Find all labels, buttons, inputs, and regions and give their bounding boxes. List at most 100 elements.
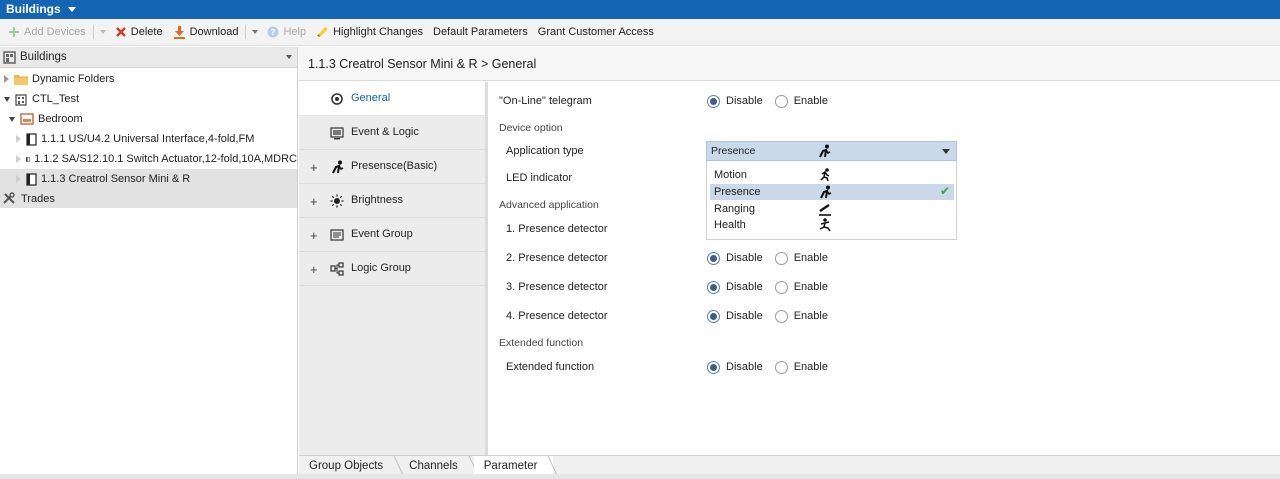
device-icon bbox=[26, 172, 37, 186]
chevron-down-icon bbox=[67, 6, 76, 12]
presence-detector-4-label: 4. Presence detector bbox=[506, 310, 608, 322]
presence-detector-4-enable-radio[interactable] bbox=[774, 309, 788, 323]
download-dropdown-icon[interactable] bbox=[252, 30, 259, 34]
expand-arrow-icon[interactable] bbox=[16, 135, 21, 143]
presence-detector-2-disable-radio[interactable] bbox=[707, 251, 720, 265]
expand-arrow-icon[interactable] bbox=[16, 175, 21, 183]
dropdown-option-motion[interactable]: Motion bbox=[710, 167, 954, 183]
delete-icon bbox=[115, 27, 126, 37]
nav-item-presence-basic[interactable]: + Presensce(Basic) bbox=[299, 150, 485, 184]
presence-detector-4-disable-radio[interactable] bbox=[707, 309, 720, 323]
room-icon bbox=[20, 113, 34, 125]
sun-icon bbox=[330, 194, 344, 208]
tab-channels[interactable]: Channels bbox=[399, 456, 474, 475]
nav-item-brightness[interactable]: + Brightness bbox=[299, 184, 485, 218]
add-devices-button[interactable]: Add Devices bbox=[3, 19, 91, 46]
expand-arrow-icon[interactable] bbox=[16, 155, 21, 163]
collapse-arrow-icon[interactable] bbox=[9, 116, 15, 122]
application-type-select[interactable]: Presence bbox=[706, 141, 957, 161]
tree-item-device-1-1-3[interactable]: 1.1.3 Creatrol Sensor Mini & R bbox=[0, 169, 297, 189]
bottom-tab-bar: Group Objects Channels Parameter bbox=[299, 455, 1280, 475]
expand-plus-icon[interactable]: + bbox=[310, 160, 318, 175]
download-button[interactable]: Download bbox=[168, 19, 244, 46]
expand-plus-icon[interactable]: + bbox=[310, 194, 318, 209]
disable-label: Disable bbox=[726, 310, 763, 322]
panel-header-dropdown-icon[interactable] bbox=[286, 55, 292, 59]
grant-customer-access-button[interactable]: Grant Customer Access bbox=[533, 19, 659, 46]
presence-detector-3-enable-radio[interactable] bbox=[774, 280, 788, 294]
collapse-arrow-icon[interactable] bbox=[4, 96, 10, 102]
presence-detector-3-label: 3. Presence detector bbox=[506, 281, 608, 293]
grant-customer-access-label: Grant Customer Access bbox=[537, 26, 654, 38]
tab-group-objects[interactable]: Group Objects bbox=[299, 456, 399, 475]
enable-label: Enable bbox=[793, 252, 828, 264]
disable-label: Disable bbox=[726, 361, 763, 373]
logic-icon bbox=[330, 262, 344, 276]
tree-item-device-1-1-1[interactable]: 1.1.1 US/U4.2 Universal Interface,4-fold… bbox=[0, 129, 297, 149]
dropdown-option-presence[interactable]: Presence ✔ bbox=[710, 184, 954, 200]
workspace-title: Buildings bbox=[6, 2, 61, 16]
dropdown-option-ranging[interactable]: Ranging bbox=[710, 201, 954, 217]
presence-icon bbox=[820, 185, 832, 199]
help-label: Help bbox=[283, 26, 307, 38]
tree-item-ctl-test[interactable]: CTL_Test bbox=[0, 89, 297, 109]
delete-button[interactable]: Delete bbox=[110, 19, 168, 46]
tab-parameter[interactable]: Parameter bbox=[473, 456, 554, 475]
tree-item-label: Bedroom bbox=[38, 113, 83, 125]
enable-label: Enable bbox=[793, 95, 828, 107]
tree-item-bedroom[interactable]: Bedroom bbox=[0, 109, 297, 129]
help-button[interactable]: ? Help bbox=[262, 19, 311, 46]
checkmark-icon: ✔ bbox=[939, 184, 950, 198]
nav-item-logic-group[interactable]: + Logic Group bbox=[299, 252, 485, 286]
monitor-icon bbox=[330, 127, 344, 140]
running-icon bbox=[820, 168, 830, 182]
led-indicator-label: LED indicator bbox=[506, 172, 573, 184]
dropdown-option-health[interactable]: Health bbox=[710, 217, 954, 233]
presence-detector-1-label: 1. Presence detector bbox=[506, 223, 608, 235]
default-parameters-label: Default Parameters bbox=[433, 26, 528, 38]
disable-label: Disable bbox=[726, 95, 763, 107]
online-telegram-enable-radio[interactable] bbox=[774, 94, 788, 108]
extended-function-enable-radio[interactable] bbox=[774, 360, 788, 374]
online-telegram-label: "On-Line" telegram bbox=[499, 95, 592, 107]
disable-label: Disable bbox=[726, 281, 763, 293]
nav-item-general[interactable]: General bbox=[299, 82, 485, 116]
trades-header[interactable]: Trades bbox=[0, 189, 297, 208]
online-telegram-disable-radio[interactable] bbox=[707, 94, 720, 108]
breadcrumb: 1.1.3 Creatrol Sensor Mini & R > General bbox=[308, 56, 537, 71]
buildings-icon bbox=[3, 50, 16, 64]
expand-arrow-icon[interactable] bbox=[4, 75, 9, 83]
extended-function-options: Disable Enable bbox=[707, 360, 828, 374]
device-icon bbox=[26, 132, 37, 146]
enable-label: Enable bbox=[793, 310, 828, 322]
toolbar: Add Devices Delete Download ? Help Highl… bbox=[0, 19, 1280, 46]
expand-plus-icon[interactable]: + bbox=[310, 228, 318, 243]
parameters-panel: "On-Line" telegram Disable Enable Device… bbox=[491, 82, 1280, 455]
default-parameters-button[interactable]: Default Parameters bbox=[428, 19, 533, 46]
presence-detector-2-enable-radio[interactable] bbox=[774, 251, 788, 265]
plus-icon bbox=[9, 27, 19, 37]
svg-text:?: ? bbox=[271, 28, 276, 37]
tree-item-dynamic-folders[interactable]: Dynamic Folders bbox=[0, 69, 297, 89]
extended-function-section: Extended function bbox=[499, 337, 584, 349]
presence-detector-3-disable-radio[interactable] bbox=[707, 280, 720, 294]
panel-header[interactable]: Buildings bbox=[0, 47, 297, 68]
nav-item-label: Brightness bbox=[351, 194, 403, 206]
tree-item-device-1-1-2[interactable]: 1.1.2 SA/S12.10.1 Switch Actuator,12-fol… bbox=[0, 149, 297, 169]
presence-detector-2-label: 2. Presence detector bbox=[506, 252, 608, 264]
add-devices-label: Add Devices bbox=[24, 26, 86, 38]
highlight-changes-button[interactable]: Highlight Changes bbox=[311, 19, 428, 46]
list-icon bbox=[330, 229, 344, 241]
workspace-menu[interactable]: Buildings bbox=[6, 2, 76, 16]
building-icon bbox=[15, 93, 27, 106]
toolbar-divider bbox=[92, 25, 94, 39]
expand-plus-icon[interactable]: + bbox=[310, 262, 318, 277]
nav-item-event-group[interactable]: + Event Group bbox=[299, 218, 485, 252]
toolbar-divider bbox=[245, 25, 247, 39]
gear-icon bbox=[331, 93, 343, 105]
tree-item-label: Dynamic Folders bbox=[32, 73, 115, 85]
dropdown-arrow-icon[interactable] bbox=[942, 149, 950, 154]
add-devices-dropdown-icon[interactable] bbox=[99, 30, 106, 34]
extended-function-disable-radio[interactable] bbox=[707, 360, 720, 374]
nav-item-event-logic[interactable]: Event & Logic bbox=[299, 116, 485, 150]
